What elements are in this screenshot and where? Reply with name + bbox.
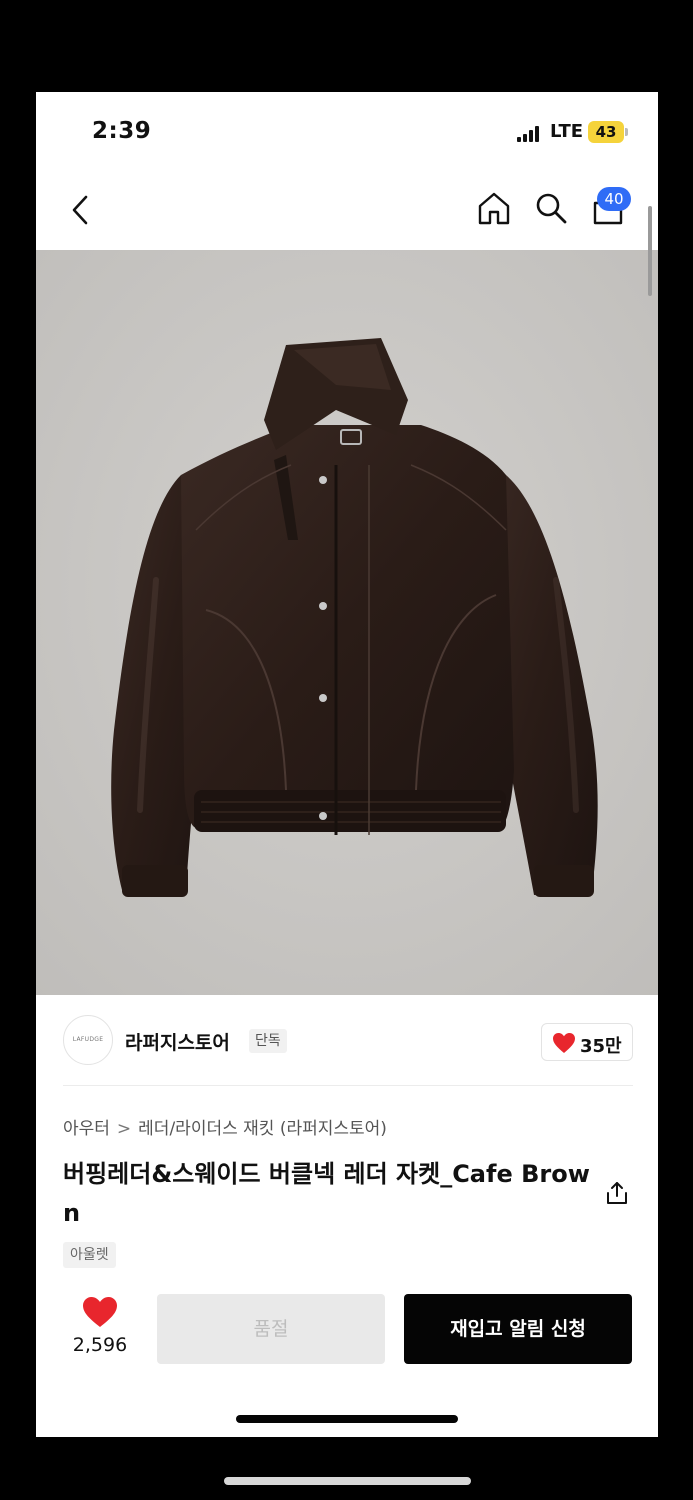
cart-count-badge: 40 (597, 187, 631, 211)
home-indicator (236, 1415, 458, 1423)
battery-icon: 43 (588, 121, 624, 143)
outer-home-indicator (224, 1477, 471, 1485)
nav-bar (36, 172, 658, 250)
store-name[interactable]: 라퍼지스토어 (125, 1028, 230, 1055)
app-screen: 2:39 LTE 43 40 LAFUDGE 라퍼지스토어 단독 35만 아우터… (36, 92, 658, 1437)
wish-heart-icon[interactable] (82, 1296, 118, 1328)
store-like-count: 35만 (580, 1036, 622, 1057)
scroll-indicator (648, 206, 652, 296)
product-title: 버핑레더&스웨이드 버클넥 레더 자켓_Cafe Brown (63, 1160, 590, 1227)
home-icon[interactable] (476, 190, 512, 226)
jacket-illustration (36, 250, 658, 995)
back-icon[interactable] (66, 192, 96, 228)
signal-icon (517, 126, 539, 142)
breadcrumb-subcategory[interactable]: 레더/라이더스 재킷 (라퍼지스토어) (138, 1119, 387, 1139)
heart-icon (553, 1033, 575, 1053)
soldout-button: 품절 (157, 1294, 385, 1364)
store-row[interactable]: LAFUDGE 라퍼지스토어 단독 35만 (36, 995, 658, 1085)
search-icon[interactable] (533, 190, 569, 226)
battery-tip (625, 128, 628, 136)
breadcrumb-separator: > (116, 1119, 132, 1139)
breadcrumb: 아우터 > 레더/라이더스 재킷 (라퍼지스토어) (63, 1114, 387, 1139)
wish-count: 2,596 (72, 1334, 128, 1356)
breadcrumb-category[interactable]: 아우터 (63, 1119, 110, 1139)
store-like-button[interactable]: 35만 (541, 1023, 633, 1061)
network-label: LTE (550, 121, 584, 142)
share-icon[interactable] (604, 1180, 630, 1206)
divider (63, 1085, 633, 1086)
exclusive-tag: 단독 (249, 1029, 287, 1053)
outlet-chip: 아울렛 (63, 1242, 116, 1268)
store-logo[interactable]: LAFUDGE (63, 1015, 113, 1065)
product-image[interactable] (36, 250, 658, 995)
restock-alert-button[interactable]: 재입고 알림 신청 (404, 1294, 632, 1364)
status-time: 2:39 (92, 118, 152, 144)
status-bar: 2:39 LTE 43 (36, 92, 658, 172)
